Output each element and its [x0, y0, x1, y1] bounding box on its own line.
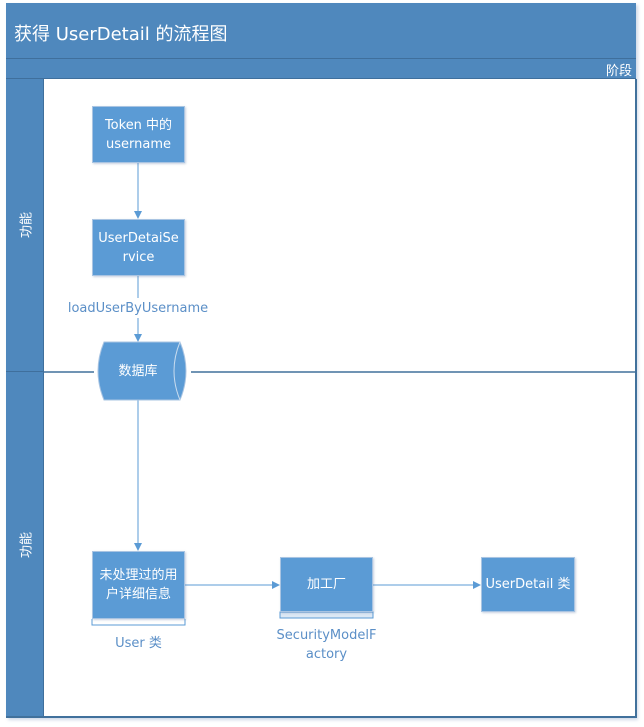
node-service-label: UserDetaiService [98, 230, 179, 265]
node-database-label: 数据库 [118, 363, 158, 379]
node-raw-user-label: 未处理过的用户详细信息 [99, 568, 178, 602]
node-user-detail[interactable]: UserDetail 类 [481, 557, 575, 612]
node-user-detail-service[interactable]: UserDetaiService [92, 219, 185, 276]
node-user-detail-label: UserDetail 类 [485, 577, 571, 592]
node-database[interactable]: 数据库 [100, 342, 176, 400]
raw-user-bracket [91, 619, 186, 626]
raw-user-caption: User 类 [115, 636, 162, 651]
node-token-username[interactable]: Token 中的 username [92, 106, 185, 163]
node-factory-label: 加工厂 [306, 577, 346, 592]
factory-caption: SecurityModelFactory [276, 628, 377, 662]
node-token-label: Token 中的 username [104, 117, 173, 152]
node-raw-user-detail[interactable]: 未处理过的用户详细信息 [92, 551, 185, 619]
factory-bar [279, 611, 374, 619]
edge-label-load-user: loadUserByUsername [62, 299, 214, 318]
node-factory[interactable]: 加工厂 [280, 557, 373, 612]
